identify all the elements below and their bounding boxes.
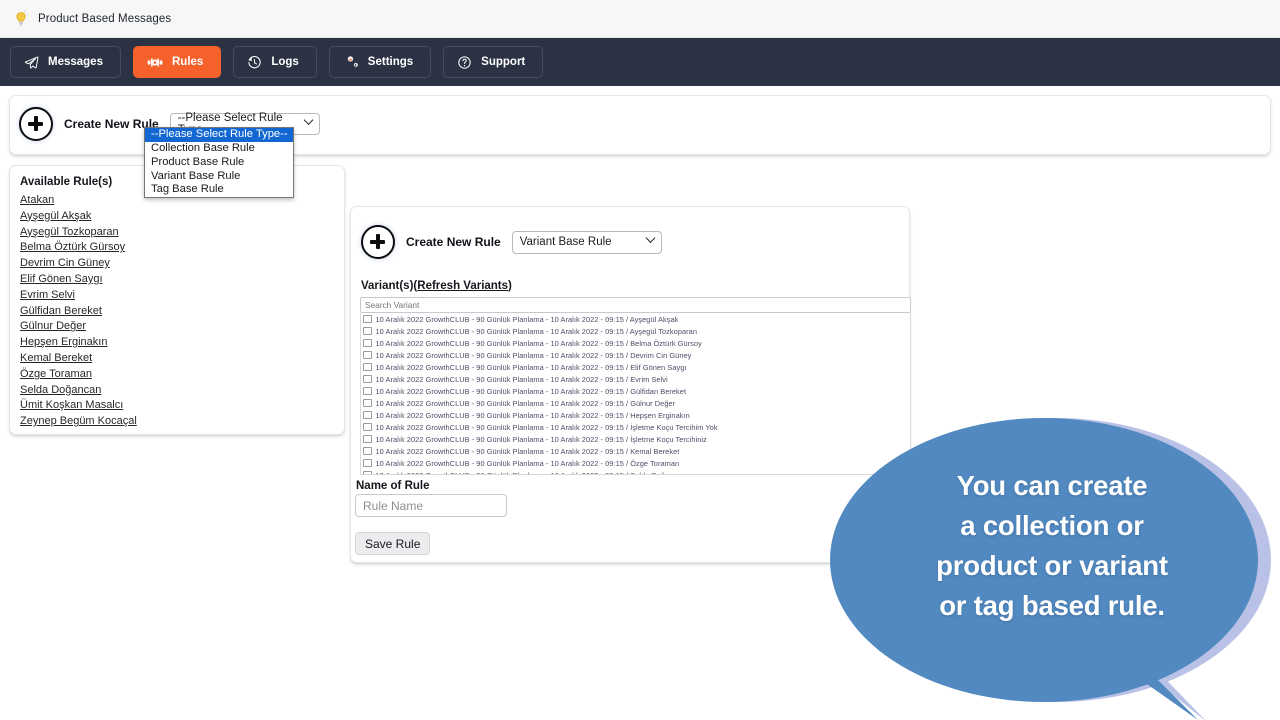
variant-checkbox[interactable] — [363, 447, 372, 456]
nav-label-rules: Rules — [172, 56, 203, 68]
nav-item-support[interactable]: Support — [443, 46, 543, 78]
speech-bubble-shape — [822, 410, 1280, 720]
rule-link[interactable]: Ayşegül Tozkoparan — [20, 225, 334, 241]
add-rule-plus-icon-secondary[interactable] — [361, 225, 395, 259]
bubble-fill — [830, 418, 1258, 720]
app-root: Product Based Messages Messages Rules — [0, 0, 1280, 720]
variant-checkbox[interactable] — [363, 423, 372, 432]
paren-close: ) — [508, 280, 512, 292]
variant-row[interactable]: 10 Aralık 2022 GrowthCLUB - 90 Günlük Pl… — [361, 397, 910, 409]
nav-label-settings: Settings — [368, 56, 413, 68]
variant-label: 10 Aralık 2022 GrowthCLUB - 90 Günlük Pl… — [376, 351, 692, 360]
variant-checkbox[interactable] — [363, 363, 372, 372]
rule-link[interactable]: Gülfidan Bereket — [20, 304, 334, 320]
rule-link[interactable]: Gülnur Değer — [20, 319, 334, 335]
rule-link[interactable]: Kemal Bereket — [20, 351, 334, 367]
window-title: Product Based Messages — [38, 13, 171, 25]
variant-rule-type-select[interactable]: Variant Base Rule — [512, 231, 662, 254]
variant-label: 10 Aralık 2022 GrowthCLUB - 90 Günlük Pl… — [376, 399, 676, 408]
rule-link[interactable]: Belma Öztürk Gürsoy — [20, 240, 334, 256]
callout-bubble: You can create a collection or product o… — [822, 410, 1280, 720]
nav-label-logs: Logs — [271, 56, 298, 68]
history-clock-icon — [247, 55, 262, 70]
variant-row[interactable]: 10 Aralık 2022 GrowthCLUB - 90 Günlük Pl… — [361, 313, 910, 325]
save-rule-button[interactable]: Save Rule — [355, 532, 430, 555]
add-rule-plus-icon[interactable] — [19, 107, 53, 141]
rule-type-dropdown-list[interactable]: --Please Select Rule Type-- Collection B… — [144, 127, 294, 198]
question-circle-icon — [457, 55, 472, 70]
variant-label: 10 Aralık 2022 GrowthCLUB - 90 Günlük Pl… — [376, 435, 707, 444]
variant-checkbox[interactable] — [363, 435, 372, 444]
dropdown-option-collection-base-rule[interactable]: Collection Base Rule — [145, 142, 293, 156]
dropdown-option-tag-base-rule[interactable]: Tag Base Rule — [145, 183, 293, 197]
variant-checkbox[interactable] — [363, 327, 372, 336]
rule-link[interactable]: Zeynep Begüm Kocaçal — [20, 414, 334, 430]
available-rules-card: Available Rule(s) Atakan Ayşegül Akşak A… — [9, 165, 345, 435]
window-title-bar: Product Based Messages — [0, 0, 1280, 38]
variant-checkbox[interactable] — [363, 375, 372, 384]
variant-checkbox[interactable] — [363, 339, 372, 348]
rule-link[interactable]: Ayşegül Akşak — [20, 209, 334, 225]
nav-label-support: Support — [481, 56, 525, 68]
available-rules-list: Available Rule(s) Atakan Ayşegül Akşak A… — [20, 176, 334, 430]
variant-label: 10 Aralık 2022 GrowthCLUB - 90 Günlük Pl… — [376, 327, 697, 336]
rule-link[interactable]: Ümit Koşkan Masalcı — [20, 398, 334, 414]
variant-row[interactable]: 10 Aralık 2022 GrowthCLUB - 90 Günlük Pl… — [361, 337, 910, 349]
variant-label: 10 Aralık 2022 GrowthCLUB - 90 Günlük Pl… — [376, 363, 687, 372]
variant-label: 10 Aralık 2022 GrowthCLUB - 90 Günlük Pl… — [376, 411, 690, 420]
dropdown-option-please-select[interactable]: --Please Select Rule Type-- — [145, 128, 293, 142]
chevron-down-icon — [645, 233, 655, 243]
nav-item-rules[interactable]: Rules — [133, 46, 221, 78]
variant-label: 10 Aralık 2022 GrowthCLUB - 90 Günlük Pl… — [376, 471, 686, 476]
variant-label: 10 Aralık 2022 GrowthCLUB - 90 Günlük Pl… — [376, 315, 679, 324]
variant-rule-type-select-value: Variant Base Rule — [520, 236, 612, 248]
rule-link[interactable]: Hepşen Erginakın — [20, 335, 334, 351]
rule-link[interactable]: Elif Gönen Saygı — [20, 272, 334, 288]
dropdown-option-product-base-rule[interactable]: Product Base Rule — [145, 156, 293, 170]
variant-checkbox[interactable] — [363, 387, 372, 396]
variant-label: 10 Aralık 2022 GrowthCLUB - 90 Günlük Pl… — [376, 447, 680, 456]
variant-row[interactable]: 10 Aralık 2022 GrowthCLUB - 90 Günlük Pl… — [361, 385, 910, 397]
variant-checkbox[interactable] — [363, 351, 372, 360]
variant-checkbox[interactable] — [363, 471, 372, 475]
dropdown-option-variant-base-rule[interactable]: Variant Base Rule — [145, 169, 293, 183]
search-variant-input[interactable] — [360, 297, 911, 313]
nav-item-settings[interactable]: Settings — [329, 46, 431, 78]
variant-checkbox[interactable] — [363, 315, 372, 324]
rule-link[interactable]: Özge Toraman — [20, 367, 334, 383]
nav-item-logs[interactable]: Logs — [233, 46, 316, 78]
rule-link[interactable]: Selda Doğancan — [20, 383, 334, 399]
variant-create-rule-row: Create New Rule Variant Base Rule — [361, 225, 662, 259]
variant-checkbox[interactable] — [363, 459, 372, 468]
variant-checkbox[interactable] — [363, 399, 372, 408]
nav-item-messages[interactable]: Messages — [10, 46, 121, 78]
rule-link[interactable]: Evrim Selvi — [20, 288, 334, 304]
refresh-variants-link[interactable]: Refresh Variants — [417, 280, 508, 292]
variant-row[interactable]: 10 Aralık 2022 GrowthCLUB - 90 Günlük Pl… — [361, 349, 910, 361]
variant-label: 10 Aralık 2022 GrowthCLUB - 90 Günlük Pl… — [376, 387, 687, 396]
rule-link[interactable]: Devrim Cin Güney — [20, 256, 334, 272]
chevron-down-icon — [303, 115, 313, 125]
main-navigation: Messages Rules Logs — [0, 38, 1280, 86]
variant-row[interactable]: 10 Aralık 2022 GrowthCLUB - 90 Günlük Pl… — [361, 325, 910, 337]
variants-section-label: Variant(s)(Refresh Variants) — [361, 280, 512, 292]
variant-label: 10 Aralık 2022 GrowthCLUB - 90 Günlük Pl… — [376, 375, 668, 384]
gears-icon — [343, 55, 359, 70]
variant-label: 10 Aralık 2022 GrowthCLUB - 90 Günlük Pl… — [376, 339, 702, 348]
lightbulb-icon — [12, 10, 30, 28]
variant-row[interactable]: 10 Aralık 2022 GrowthCLUB - 90 Günlük Pl… — [361, 373, 910, 385]
variant-checkbox[interactable] — [363, 411, 372, 420]
variant-label: 10 Aralık 2022 GrowthCLUB - 90 Günlük Pl… — [376, 423, 718, 432]
rule-name-input[interactable] — [355, 494, 507, 517]
name-of-rule-label: Name of Rule — [356, 480, 430, 492]
variant-label: 10 Aralık 2022 GrowthCLUB - 90 Günlük Pl… — [376, 459, 680, 468]
variant-create-new-rule-label: Create New Rule — [406, 235, 501, 249]
rules-icon — [147, 55, 163, 70]
variant-row[interactable]: 10 Aralık 2022 GrowthCLUB - 90 Günlük Pl… — [361, 361, 910, 373]
paper-plane-icon — [24, 55, 39, 70]
variants-label-text: Variant(s) — [361, 280, 413, 292]
nav-label-messages: Messages — [48, 56, 103, 68]
